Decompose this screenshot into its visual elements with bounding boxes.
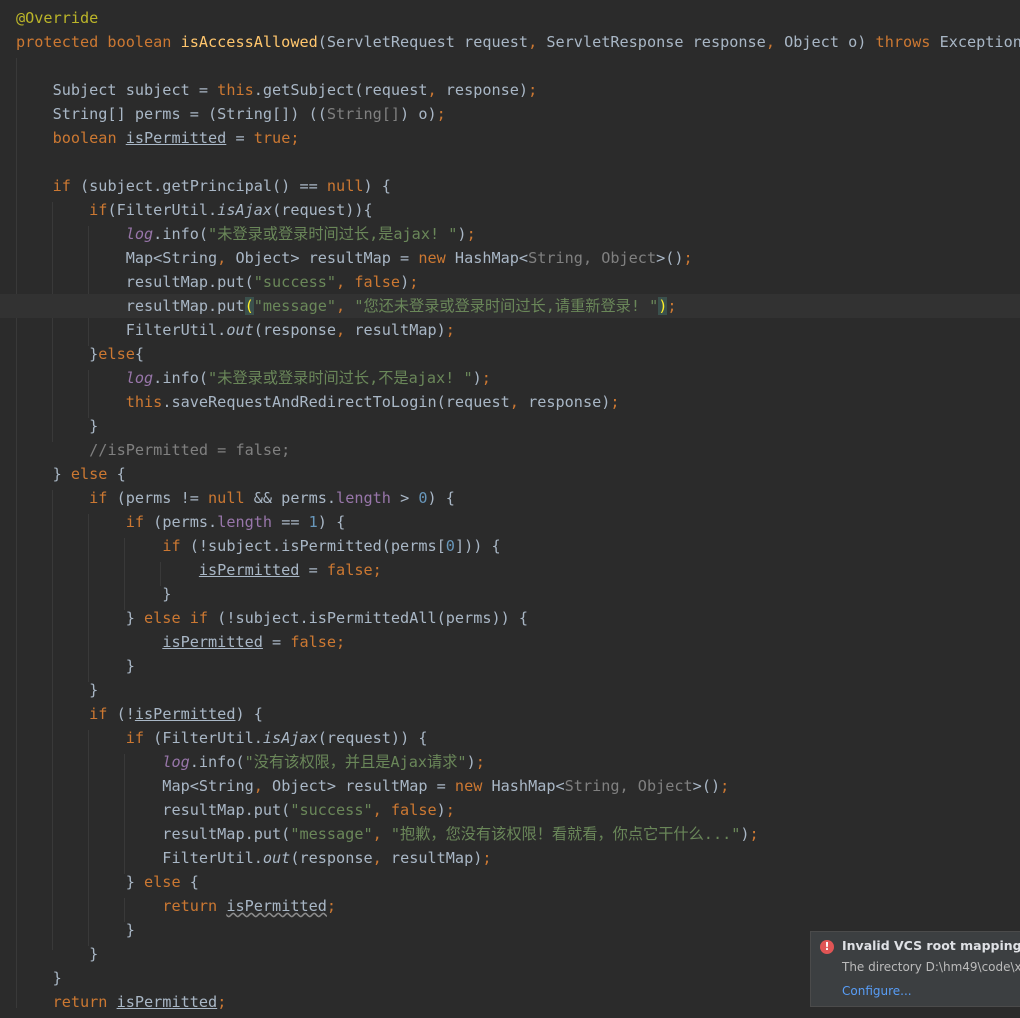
error-icon: ! bbox=[820, 940, 834, 954]
code-line: FilterUtil.out(response, resultMap); bbox=[16, 321, 455, 339]
code-line: log.info("未登录或登录时间过长,是ajax! "); bbox=[125, 225, 476, 243]
code-line: if (FilterUtil.isAjax(request)) { bbox=[125, 729, 428, 747]
code-line: Subject subject = this.getSubject(reques… bbox=[16, 81, 538, 99]
code-line: isPermitted = false; bbox=[162, 633, 346, 651]
code-line: boolean isPermitted = true; bbox=[52, 129, 300, 147]
code-line: resultMap.put("success", false); bbox=[16, 801, 455, 819]
code-line-current: resultMap.put("message", "您还未登录或登录时间过长,请… bbox=[0, 294, 1020, 318]
code-line: this.saveRequestAndRedirectToLogin(reque… bbox=[125, 393, 620, 411]
code-line: log.info("未登录或登录时间过长,不是ajax! "); bbox=[125, 369, 491, 387]
code-line: if (perms != null && perms.length > 0) { bbox=[89, 489, 455, 507]
notification-title: Invalid VCS root mapping bbox=[842, 938, 1020, 953]
code-line: }else{ bbox=[16, 345, 145, 363]
code-line: } bbox=[16, 657, 135, 675]
code-line: if (perms.length == 1) { bbox=[125, 513, 346, 531]
code-line: //isPermitted = false; bbox=[89, 441, 291, 459]
code-line: @Override bbox=[0, 6, 1020, 30]
code-line: } bbox=[16, 585, 172, 603]
code-line: Map<String, Object> resultMap = new Hash… bbox=[16, 249, 693, 267]
code-line: isPermitted = false; bbox=[198, 561, 382, 579]
configure-link[interactable]: Configure... bbox=[842, 984, 912, 998]
code-line: } bbox=[16, 681, 99, 699]
code-line: Map<String, Object> resultMap = new Hash… bbox=[16, 777, 730, 795]
code-line: FilterUtil.out(response, resultMap); bbox=[16, 849, 492, 867]
code-line: if (!subject.isPermitted(perms[0])) { bbox=[162, 537, 501, 555]
code-line: return isPermitted; bbox=[162, 897, 337, 915]
code-line: } else { bbox=[16, 465, 126, 483]
code-line: resultMap.put("success", false); bbox=[16, 273, 419, 291]
code-line: if (!isPermitted) { bbox=[89, 705, 263, 723]
code-line: resultMap.put("message", "抱歉，您没有该权限！看就看，… bbox=[16, 825, 759, 843]
code-line: } bbox=[16, 417, 99, 435]
code-editor[interactable]: @Override protected boolean isAccessAllo… bbox=[0, 0, 1020, 1018]
code-line: if (subject.getPrincipal() == null) { bbox=[52, 177, 391, 195]
notification-body: The directory D:\hm49\code\xr bbox=[842, 960, 1020, 974]
vcs-notification-balloon[interactable]: ! Invalid VCS root mapping The directory… bbox=[810, 931, 1020, 1007]
code-line: if(FilterUtil.isAjax(request)){ bbox=[89, 201, 373, 219]
code-line: } else { bbox=[16, 873, 199, 891]
code-line: } else if (!subject.isPermittedAll(perms… bbox=[16, 609, 529, 627]
annotation-token: @Override bbox=[16, 9, 99, 27]
code-line: protected boolean isAccessAllowed(Servle… bbox=[16, 33, 1020, 51]
code-line: log.info("没有该权限，并且是Ajax请求"); bbox=[162, 753, 485, 771]
code-line: String[] perms = (String[]) ((String[]) … bbox=[16, 105, 446, 123]
